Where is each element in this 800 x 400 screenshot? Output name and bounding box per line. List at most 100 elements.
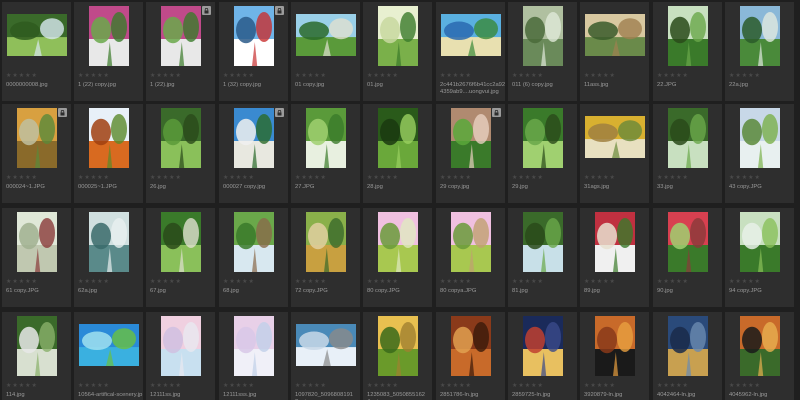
thumbnail-cell[interactable]: ★★★★★ 01 copy.jpg — [291, 2, 360, 101]
thumbnail-autumn-park[interactable] — [585, 116, 645, 163]
rating-stars[interactable]: ★★★★★ — [78, 73, 110, 79]
rating-stars[interactable]: ★★★★★ — [657, 383, 689, 389]
thumbnail-cell[interactable]: ★★★★★ 000027 copy.jpg — [219, 104, 288, 203]
thumbnail-autumn-tree[interactable] — [89, 108, 129, 173]
rating-stars[interactable]: ★★★★★ — [150, 279, 182, 285]
rating-stars[interactable]: ★★★★★ — [223, 279, 255, 285]
rating-stars[interactable]: ★★★★★ — [6, 383, 38, 389]
thumbnail-cell[interactable]: ★★★★★ 89.jpg — [580, 208, 649, 307]
rating-stars[interactable]: ★★★★★ — [584, 383, 616, 389]
thumbnail-misty-building[interactable] — [17, 212, 57, 277]
rating-stars[interactable]: ★★★★★ — [150, 383, 182, 389]
rating-stars[interactable]: ★★★★★ — [295, 279, 327, 285]
rating-stars[interactable]: ★★★★★ — [78, 383, 110, 389]
thumbnail-autumn[interactable] — [585, 14, 645, 61]
thumbnail-sunlit-forest[interactable] — [740, 212, 780, 277]
thumbnail-cell[interactable]: ★★★★★ 4042464-ln.jpg — [653, 312, 722, 400]
rating-stars[interactable]: ★★★★★ — [295, 73, 327, 79]
thumbnail-cell[interactable]: ★★★★★ 27.JPG — [291, 104, 360, 203]
thumbnail-cell[interactable]: ★★★★★ 1097820_50968081912....jpg — [291, 312, 360, 400]
thumbnail-waterfall-city[interactable] — [296, 324, 356, 371]
rating-stars[interactable]: ★★★★★ — [150, 73, 182, 79]
thumbnail-cell[interactable]: ★★★★★ 1 (22) copy.jpg — [74, 2, 143, 101]
thumbnail-waterfall[interactable] — [7, 14, 67, 61]
thumbnail-forest[interactable] — [523, 108, 563, 173]
thumbnail-beach-palm[interactable] — [234, 108, 274, 173]
rating-stars[interactable]: ★★★★★ — [657, 73, 689, 79]
thumbnail-cell[interactable]: ★★★★★ 72 copy.JPG — [291, 208, 360, 307]
rating-stars[interactable]: ★★★★★ — [440, 383, 472, 389]
thumbnail-hillside-house[interactable] — [234, 212, 274, 277]
rating-stars[interactable]: ★★★★★ — [78, 175, 110, 181]
thumbnail-cell[interactable]: ★★★★★ 4045962-ln.jpg — [725, 312, 794, 400]
rating-stars[interactable]: ★★★★★ — [6, 279, 38, 285]
thumbnail-cell[interactable]: ★★★★★ 80 copya.JPG — [436, 208, 505, 307]
rating-stars[interactable]: ★★★★★ — [584, 175, 616, 181]
thumbnail-waterfall[interactable] — [523, 212, 563, 277]
thumbnail-cell[interactable]: ★★★★★ 29.jpg — [508, 104, 577, 203]
thumbnail-cell[interactable]: ★★★★★ 1 (22).jpg — [146, 2, 215, 101]
rating-stars[interactable]: ★★★★★ — [729, 73, 761, 79]
thumbnail-misty-park[interactable] — [740, 108, 780, 173]
thumbnail-cell[interactable]: ★★★★★ 68.jpg — [219, 208, 288, 307]
thumbnail-tree-lane[interactable] — [17, 316, 57, 381]
thumbnail-cell[interactable]: ★★★★★ 3920879-ln.jpg — [580, 312, 649, 400]
thumbnail-flower-arch[interactable] — [668, 212, 708, 277]
rating-stars[interactable]: ★★★★★ — [223, 383, 255, 389]
thumbnail-autumn-path[interactable] — [17, 108, 57, 173]
rating-stars[interactable]: ★★★★★ — [367, 175, 399, 181]
thumbnail-cell[interactable]: ★★★★★ 2859725-ln.jpg — [508, 312, 577, 400]
thumbnail-cell[interactable]: ★★★★★ 22.JPG — [653, 2, 722, 101]
thumbnail-cell[interactable]: ★★★★★ 67.jpg — [146, 208, 215, 307]
thumbnail-temple-night[interactable] — [523, 316, 563, 381]
thumbnail-lake-reflection[interactable] — [668, 316, 708, 381]
thumbnail-garden[interactable] — [306, 108, 346, 173]
rating-stars[interactable]: ★★★★★ — [657, 175, 689, 181]
thumbnail-pastel-mist[interactable] — [234, 316, 274, 381]
thumbnail-park-trees[interactable] — [668, 108, 708, 173]
rating-stars[interactable]: ★★★★★ — [440, 279, 472, 285]
thumbnail-autumn-road[interactable] — [451, 316, 491, 381]
rating-stars[interactable]: ★★★★★ — [729, 279, 761, 285]
thumbnail-cell[interactable]: ★★★★★ 81.jpg — [508, 208, 577, 307]
rating-stars[interactable]: ★★★★★ — [295, 383, 327, 389]
thumbnail-cell[interactable]: ★★★★★ 61 copy.JPG — [2, 208, 71, 307]
thumbnail-autumn-path[interactable] — [740, 316, 780, 381]
thumbnail-lake-island[interactable] — [79, 324, 139, 371]
rating-stars[interactable]: ★★★★★ — [512, 383, 544, 389]
thumbnail-forest-light[interactable] — [523, 6, 563, 71]
thumbnail-cell[interactable]: ★★★★★ 90.jpg — [653, 208, 722, 307]
rating-stars[interactable]: ★★★★★ — [584, 73, 616, 79]
rating-stars[interactable]: ★★★★★ — [78, 279, 110, 285]
rating-stars[interactable]: ★★★★★ — [512, 175, 544, 181]
thumbnail-autumn-leaves[interactable] — [595, 316, 635, 381]
thumbnail-cell[interactable]: ★★★★★ 80 copy.JPG — [363, 208, 432, 307]
thumbnail-cell[interactable]: ★★★★★ 2851786-ln.jpg — [436, 312, 505, 400]
thumbnail-cell[interactable]: ★★★★★ 29 copy.jpg — [436, 104, 505, 203]
rating-stars[interactable]: ★★★★★ — [729, 175, 761, 181]
thumbnail-cell[interactable]: ★★★★★ 1235083_50508551624....jpg — [363, 312, 432, 400]
thumbnail-cottage[interactable] — [451, 108, 491, 173]
thumbnail-cell[interactable]: ★★★★★ 1 (32) copy.jpg — [219, 2, 288, 101]
rating-stars[interactable]: ★★★★★ — [729, 383, 761, 389]
rating-stars[interactable]: ★★★★★ — [150, 175, 182, 181]
thumbnail-cell[interactable]: ★★★★★ 28.jpg — [363, 104, 432, 203]
thumbnail-meadow-fence[interactable] — [451, 212, 491, 277]
rating-stars[interactable]: ★★★★★ — [512, 73, 544, 79]
thumbnail-cell[interactable]: ★★★★★ 10564-artifical-scenery.jpg — [74, 312, 143, 400]
thumbnail-lake[interactable] — [740, 6, 780, 71]
thumbnail-meadow-fence[interactable] — [378, 212, 418, 277]
thumbnail-cell[interactable]: ★★★★★ 0000000008.jpg — [2, 2, 71, 101]
rating-stars[interactable]: ★★★★★ — [295, 175, 327, 181]
thumbnail-cell[interactable]: ★★★★★ 01.jpg — [363, 2, 432, 101]
thumbnail-green-path[interactable] — [378, 6, 418, 71]
thumbnail-cell[interactable]: ★★★★★ 011 (6) copy.jpg — [508, 2, 577, 101]
rating-stars[interactable]: ★★★★★ — [6, 175, 38, 181]
rating-stars[interactable]: ★★★★★ — [6, 73, 38, 79]
thumbnail-cell[interactable]: ★★★★★ 62a.jpg — [74, 208, 143, 307]
thumbnail-cell[interactable]: ★★★★★ 000025~1.JPG — [74, 104, 143, 203]
thumbnail-forest[interactable] — [161, 108, 201, 173]
thumbnail-cell[interactable]: ★★★★★ 12111ss.jpg — [146, 312, 215, 400]
thumbnail-pastel-mist[interactable] — [161, 316, 201, 381]
thumbnail-cell[interactable]: ★★★★★ 11ass.jpg — [580, 2, 649, 101]
